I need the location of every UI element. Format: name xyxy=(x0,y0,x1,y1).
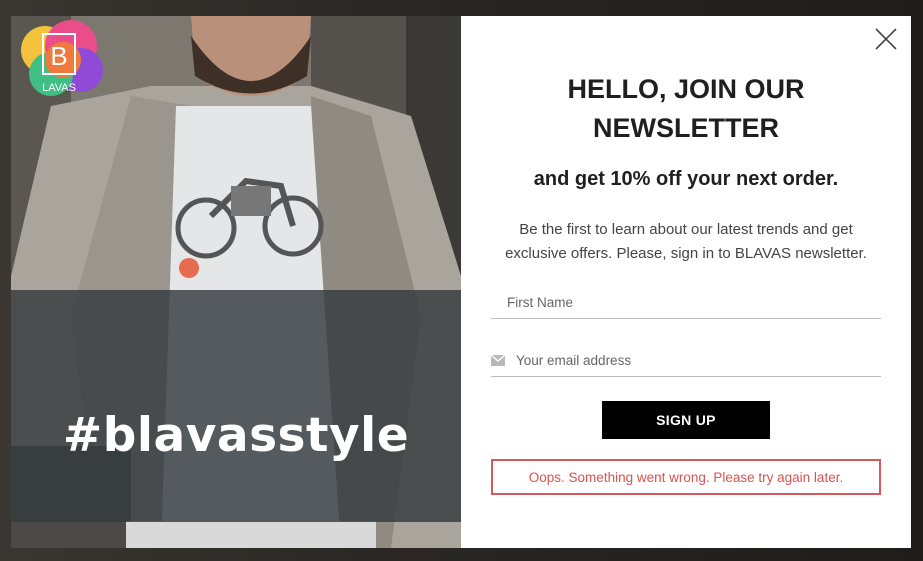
blavas-logo: B LAVAS xyxy=(21,20,103,96)
svg-text:LAVAS: LAVAS xyxy=(42,82,76,94)
first-name-field xyxy=(491,286,881,319)
headline-line-2: NEWSLETTER xyxy=(593,113,779,143)
svg-text:B: B xyxy=(50,41,67,71)
signup-form-panel: HELLO, JOIN OUR NEWSLETTER and get 10% o… xyxy=(461,16,911,548)
close-icon[interactable] xyxy=(873,26,899,52)
email-input[interactable] xyxy=(491,344,881,376)
hashtag-overlay xyxy=(11,290,461,522)
email-field xyxy=(491,344,881,377)
popup-description: Be the first to learn about our latest t… xyxy=(505,221,867,262)
popup-headline: HELLO, JOIN OUR NEWSLETTER xyxy=(461,70,911,148)
hashtag-text: #blavasstyle xyxy=(62,408,410,463)
error-message: Oops. Something went wrong. Please try a… xyxy=(491,459,881,495)
signup-button[interactable]: SIGN UP xyxy=(602,401,770,439)
model-photo: B LAVAS #blavasstyle xyxy=(11,16,461,548)
newsletter-modal: B LAVAS #blavasstyle HELLO, JOIN OUR NEW… xyxy=(11,16,911,548)
envelope-icon xyxy=(491,355,505,366)
headline-line-1: HELLO, JOIN OUR xyxy=(567,74,805,104)
popup-subheadline: and get 10% off your next order. xyxy=(533,168,839,190)
first-name-input[interactable] xyxy=(491,286,881,318)
